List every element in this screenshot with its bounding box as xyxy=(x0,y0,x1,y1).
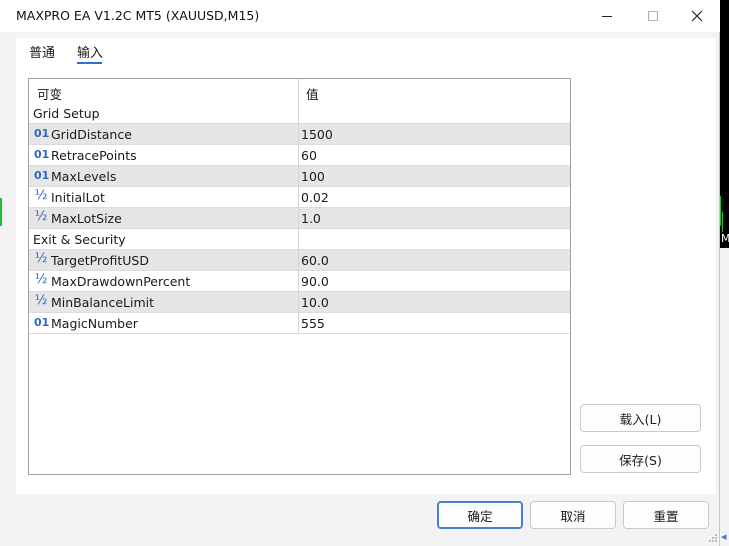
table-row[interactable]: 01 GridDistance 1500 xyxy=(29,124,570,145)
cancel-button[interactable]: 取消 xyxy=(530,501,616,529)
maximize-icon xyxy=(648,11,658,21)
chart-label: M xyxy=(721,232,729,245)
table-row[interactable]: 01 MaxLevels 100 xyxy=(29,166,570,187)
group-label: Exit & Security xyxy=(33,232,126,247)
param-name: GridDistance xyxy=(51,127,132,142)
save-button[interactable]: 保存(S) xyxy=(580,445,701,473)
param-name: MaxLotSize xyxy=(51,211,122,226)
close-button[interactable] xyxy=(674,0,720,32)
group-row[interactable]: Grid Setup xyxy=(29,103,570,124)
background-terminal: M ◂ ◂ xyxy=(720,0,729,546)
table-row[interactable]: ½ MinBalanceLimit 10.0 xyxy=(29,292,570,313)
header-value[interactable]: 值 xyxy=(306,84,319,103)
table-row[interactable]: ½ MaxDrawdownPercent 90.0 xyxy=(29,271,570,292)
param-value[interactable]: 100 xyxy=(301,169,325,184)
param-name: TargetProfitUSD xyxy=(51,253,149,268)
param-value[interactable]: 60.0 xyxy=(301,253,329,268)
param-value[interactable]: 60 xyxy=(301,148,317,163)
param-value[interactable]: 90.0 xyxy=(301,274,329,289)
maximize-button[interactable] xyxy=(630,0,676,32)
group-row[interactable]: Exit & Security xyxy=(29,229,570,250)
integer-type-icon: 01 xyxy=(34,127,50,140)
title-bar[interactable]: MAXPRO EA V1.2C MT5 (XAUUSD,M15) xyxy=(0,0,720,32)
tab-inputs[interactable]: 输入 xyxy=(77,42,103,61)
param-name: MinBalanceLimit xyxy=(51,295,155,310)
close-icon xyxy=(691,10,703,22)
integer-type-icon: 01 xyxy=(34,169,50,182)
integer-type-icon: 01 xyxy=(34,148,50,161)
param-name: RetracePoints xyxy=(51,148,137,163)
table-row[interactable]: ½ TargetProfitUSD 60.0 xyxy=(29,250,570,271)
param-name: InitialLot xyxy=(51,190,105,205)
chart-candle xyxy=(722,212,723,232)
param-name: MaxDrawdownPercent xyxy=(51,274,191,289)
minimize-icon xyxy=(602,15,612,17)
double-type-icon: ½ xyxy=(34,251,48,266)
table-row[interactable]: ½ InitialLot 0.02 xyxy=(29,187,570,208)
table-row[interactable]: ½ MaxLotSize 1.0 xyxy=(29,208,570,229)
inputs-grid[interactable]: 可变 值 Grid Setup 01 GridDistance 1500 01 … xyxy=(28,78,571,475)
grid-header: 可变 值 xyxy=(29,79,570,103)
background-panel: ◂ ◂ xyxy=(720,248,729,546)
param-value[interactable]: 555 xyxy=(301,316,325,331)
param-name: MagicNumber xyxy=(51,316,138,331)
double-type-icon: ½ xyxy=(34,293,48,308)
param-name: MaxLevels xyxy=(51,169,117,184)
table-row[interactable]: 01 MagicNumber 555 xyxy=(29,313,570,334)
param-value[interactable]: 10.0 xyxy=(301,295,329,310)
header-variable[interactable]: 可变 xyxy=(37,84,62,103)
window-title: MAXPRO EA V1.2C MT5 (XAUUSD,M15) xyxy=(16,8,260,23)
active-tab-indicator xyxy=(77,62,102,64)
param-value[interactable]: 1500 xyxy=(301,127,333,142)
group-label: Grid Setup xyxy=(33,106,100,121)
properties-dialog: MAXPRO EA V1.2C MT5 (XAUUSD,M15) 普通 输入 可… xyxy=(0,0,720,546)
integer-type-icon: 01 xyxy=(34,316,50,329)
chart-candle xyxy=(720,196,721,226)
load-button[interactable]: 载入(L) xyxy=(580,404,701,432)
double-type-icon: ½ xyxy=(34,209,48,224)
double-type-icon: ½ xyxy=(34,188,48,203)
background-icon: ◂ xyxy=(721,530,727,543)
chart-candle xyxy=(0,198,2,226)
ok-button[interactable]: 确定 xyxy=(437,501,523,529)
param-value[interactable]: 1.0 xyxy=(301,211,321,226)
minimize-button[interactable] xyxy=(584,0,630,32)
double-type-icon: ½ xyxy=(34,272,48,287)
resize-grip-icon[interactable] xyxy=(708,533,718,543)
param-value[interactable]: 0.02 xyxy=(301,190,329,205)
column-divider[interactable] xyxy=(298,79,299,334)
table-row[interactable]: 01 RetracePoints 60 xyxy=(29,145,570,166)
tab-common[interactable]: 普通 xyxy=(29,42,55,61)
reset-button[interactable]: 重置 xyxy=(623,501,709,529)
